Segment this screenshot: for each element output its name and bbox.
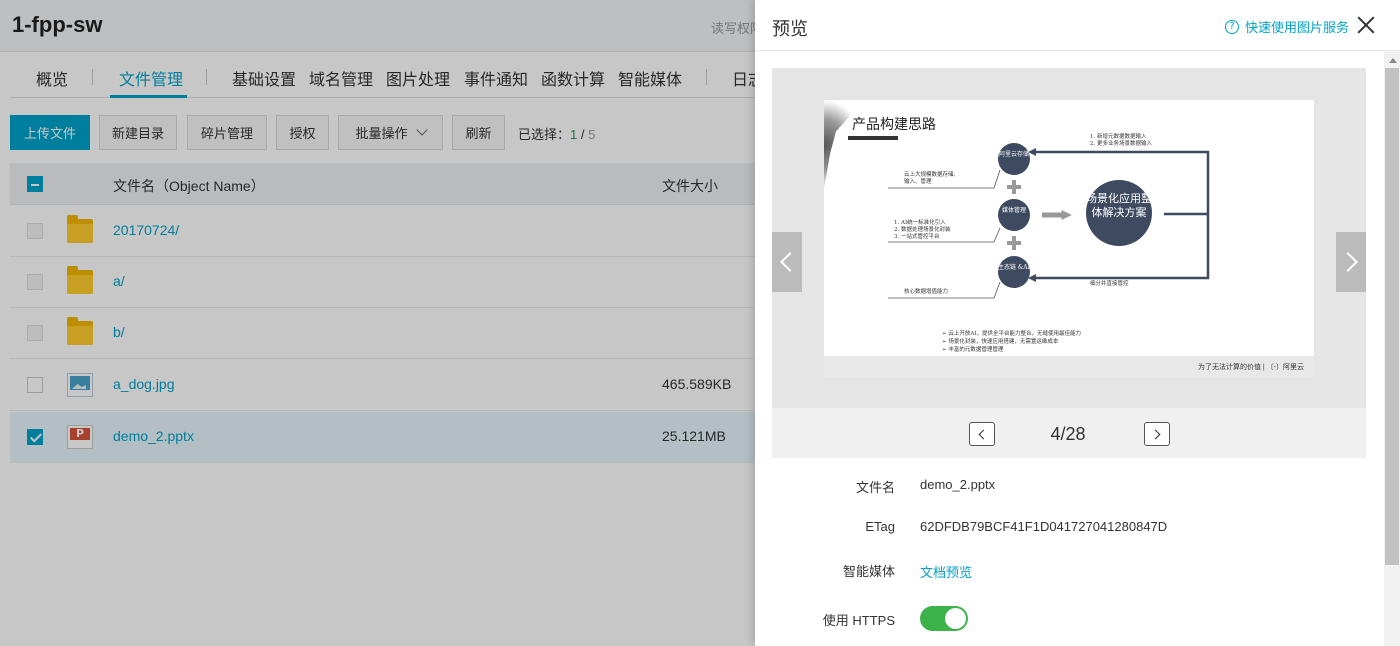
document-viewer: 产品构建思路 阿里云存储 媒体管理 生态链 &AI 场景化应用整体解决方案 1.… xyxy=(772,68,1366,458)
chevron-left-icon xyxy=(780,252,800,272)
modal-backdrop[interactable] xyxy=(0,0,755,646)
slide-text: 核心数据增值能力 xyxy=(904,289,949,295)
scroll-up-arrow-icon[interactable] xyxy=(1389,58,1397,63)
slide-bullet: ➢ 场景化封装，快速应用搭建，无需置运维成本 xyxy=(942,339,1059,345)
slide-text: 1. AI统一标准化引入 xyxy=(894,220,946,226)
slide-node-media: 媒体管理 xyxy=(998,199,1030,231)
slide-footer: 为了无法计算的价值 | 〔-〕阿里云 xyxy=(824,356,1314,377)
close-icon[interactable] xyxy=(1355,14,1377,36)
filename-label: 文件名 xyxy=(855,480,895,495)
slide-bullet: ➢ 丰富的元数据管理管理 xyxy=(942,347,1004,353)
slide-node-solution: 场景化应用整体解决方案 xyxy=(1086,180,1152,246)
viewer-stage: 产品构建思路 阿里云存储 媒体管理 生态链 &AI 场景化应用整体解决方案 1.… xyxy=(772,68,1366,408)
preview-header: 预览 ? 快速使用图片服务 xyxy=(755,0,1400,51)
slide-bullet: ➢ 云上开放AI，提供全平台能力整合，无缝使用最佳能力 xyxy=(942,331,1082,337)
slide-node-ai: 生态链 &AI xyxy=(998,256,1030,288)
chevron-right-icon xyxy=(1338,252,1358,272)
https-label: 使用 HTTPS xyxy=(822,613,895,628)
filename-value: demo_2.pptx xyxy=(920,477,996,492)
quick-image-service-link[interactable]: ? 快速使用图片服务 xyxy=(1225,17,1349,36)
chevron-left-icon xyxy=(978,429,989,440)
slide-bullet-text: 场景化封装，快速应用搭建，无需置运维成本 xyxy=(948,339,1059,345)
plus-icon xyxy=(1007,236,1021,250)
slide-text: 2. 数据处理场景化封装 xyxy=(894,227,951,233)
slide-footer-text: 为了无法计算的价值 | 〔-〕阿里云 xyxy=(1197,364,1304,371)
etag-label: ETag xyxy=(865,519,895,534)
plus-icon xyxy=(1007,180,1021,194)
next-page-side-button[interactable] xyxy=(1336,232,1366,292)
preview-title: 预览 xyxy=(772,19,808,39)
chevron-right-icon xyxy=(1150,429,1161,440)
slide-text: 云上大规模数据存储、 xyxy=(904,172,960,178)
slide-node-storage: 阿里云存储 xyxy=(998,143,1030,175)
https-toggle[interactable] xyxy=(920,606,968,631)
page-indicator: 4/28 xyxy=(1050,424,1086,444)
slide-text: 输入、管理 xyxy=(904,179,932,185)
slide-bullet-text: 云上开放AI，提供全平台能力整合，无缝使用最佳能力 xyxy=(948,331,1082,337)
document-preview-link[interactable]: 文档预览 xyxy=(920,562,972,581)
slide-text: 3. 一站式管控平台 xyxy=(894,234,940,240)
smart-media-label: 智能媒体 xyxy=(842,564,895,579)
quick-image-service-label: 快速使用图片服务 xyxy=(1245,20,1350,35)
slide-bullet-text: 丰富的元数据管理管理 xyxy=(948,347,1004,353)
previous-page-side-button[interactable] xyxy=(772,232,802,292)
help-icon: ? xyxy=(1225,19,1239,34)
next-page-button[interactable] xyxy=(1144,422,1170,446)
previous-page-button[interactable] xyxy=(969,422,995,446)
preview-panel: 预览 ? 快速使用图片服务 产品构建思路 阿里云存储 媒体管理 生态链 &AI … xyxy=(755,0,1400,646)
slide-text: 2. 更多业务场景数据输入 xyxy=(1090,141,1152,147)
slide-text: 1. 新增元数据数据输入 xyxy=(1090,134,1147,140)
etag-value: 62DFDB79BCF41F1D041727041280847D xyxy=(920,519,1168,534)
slide-text: 细分并直接管控 xyxy=(1090,281,1129,287)
slide-image: 产品构建思路 阿里云存储 媒体管理 生态链 &AI 场景化应用整体解决方案 1.… xyxy=(824,100,1314,377)
scrollbar-thumb[interactable] xyxy=(1385,68,1399,565)
